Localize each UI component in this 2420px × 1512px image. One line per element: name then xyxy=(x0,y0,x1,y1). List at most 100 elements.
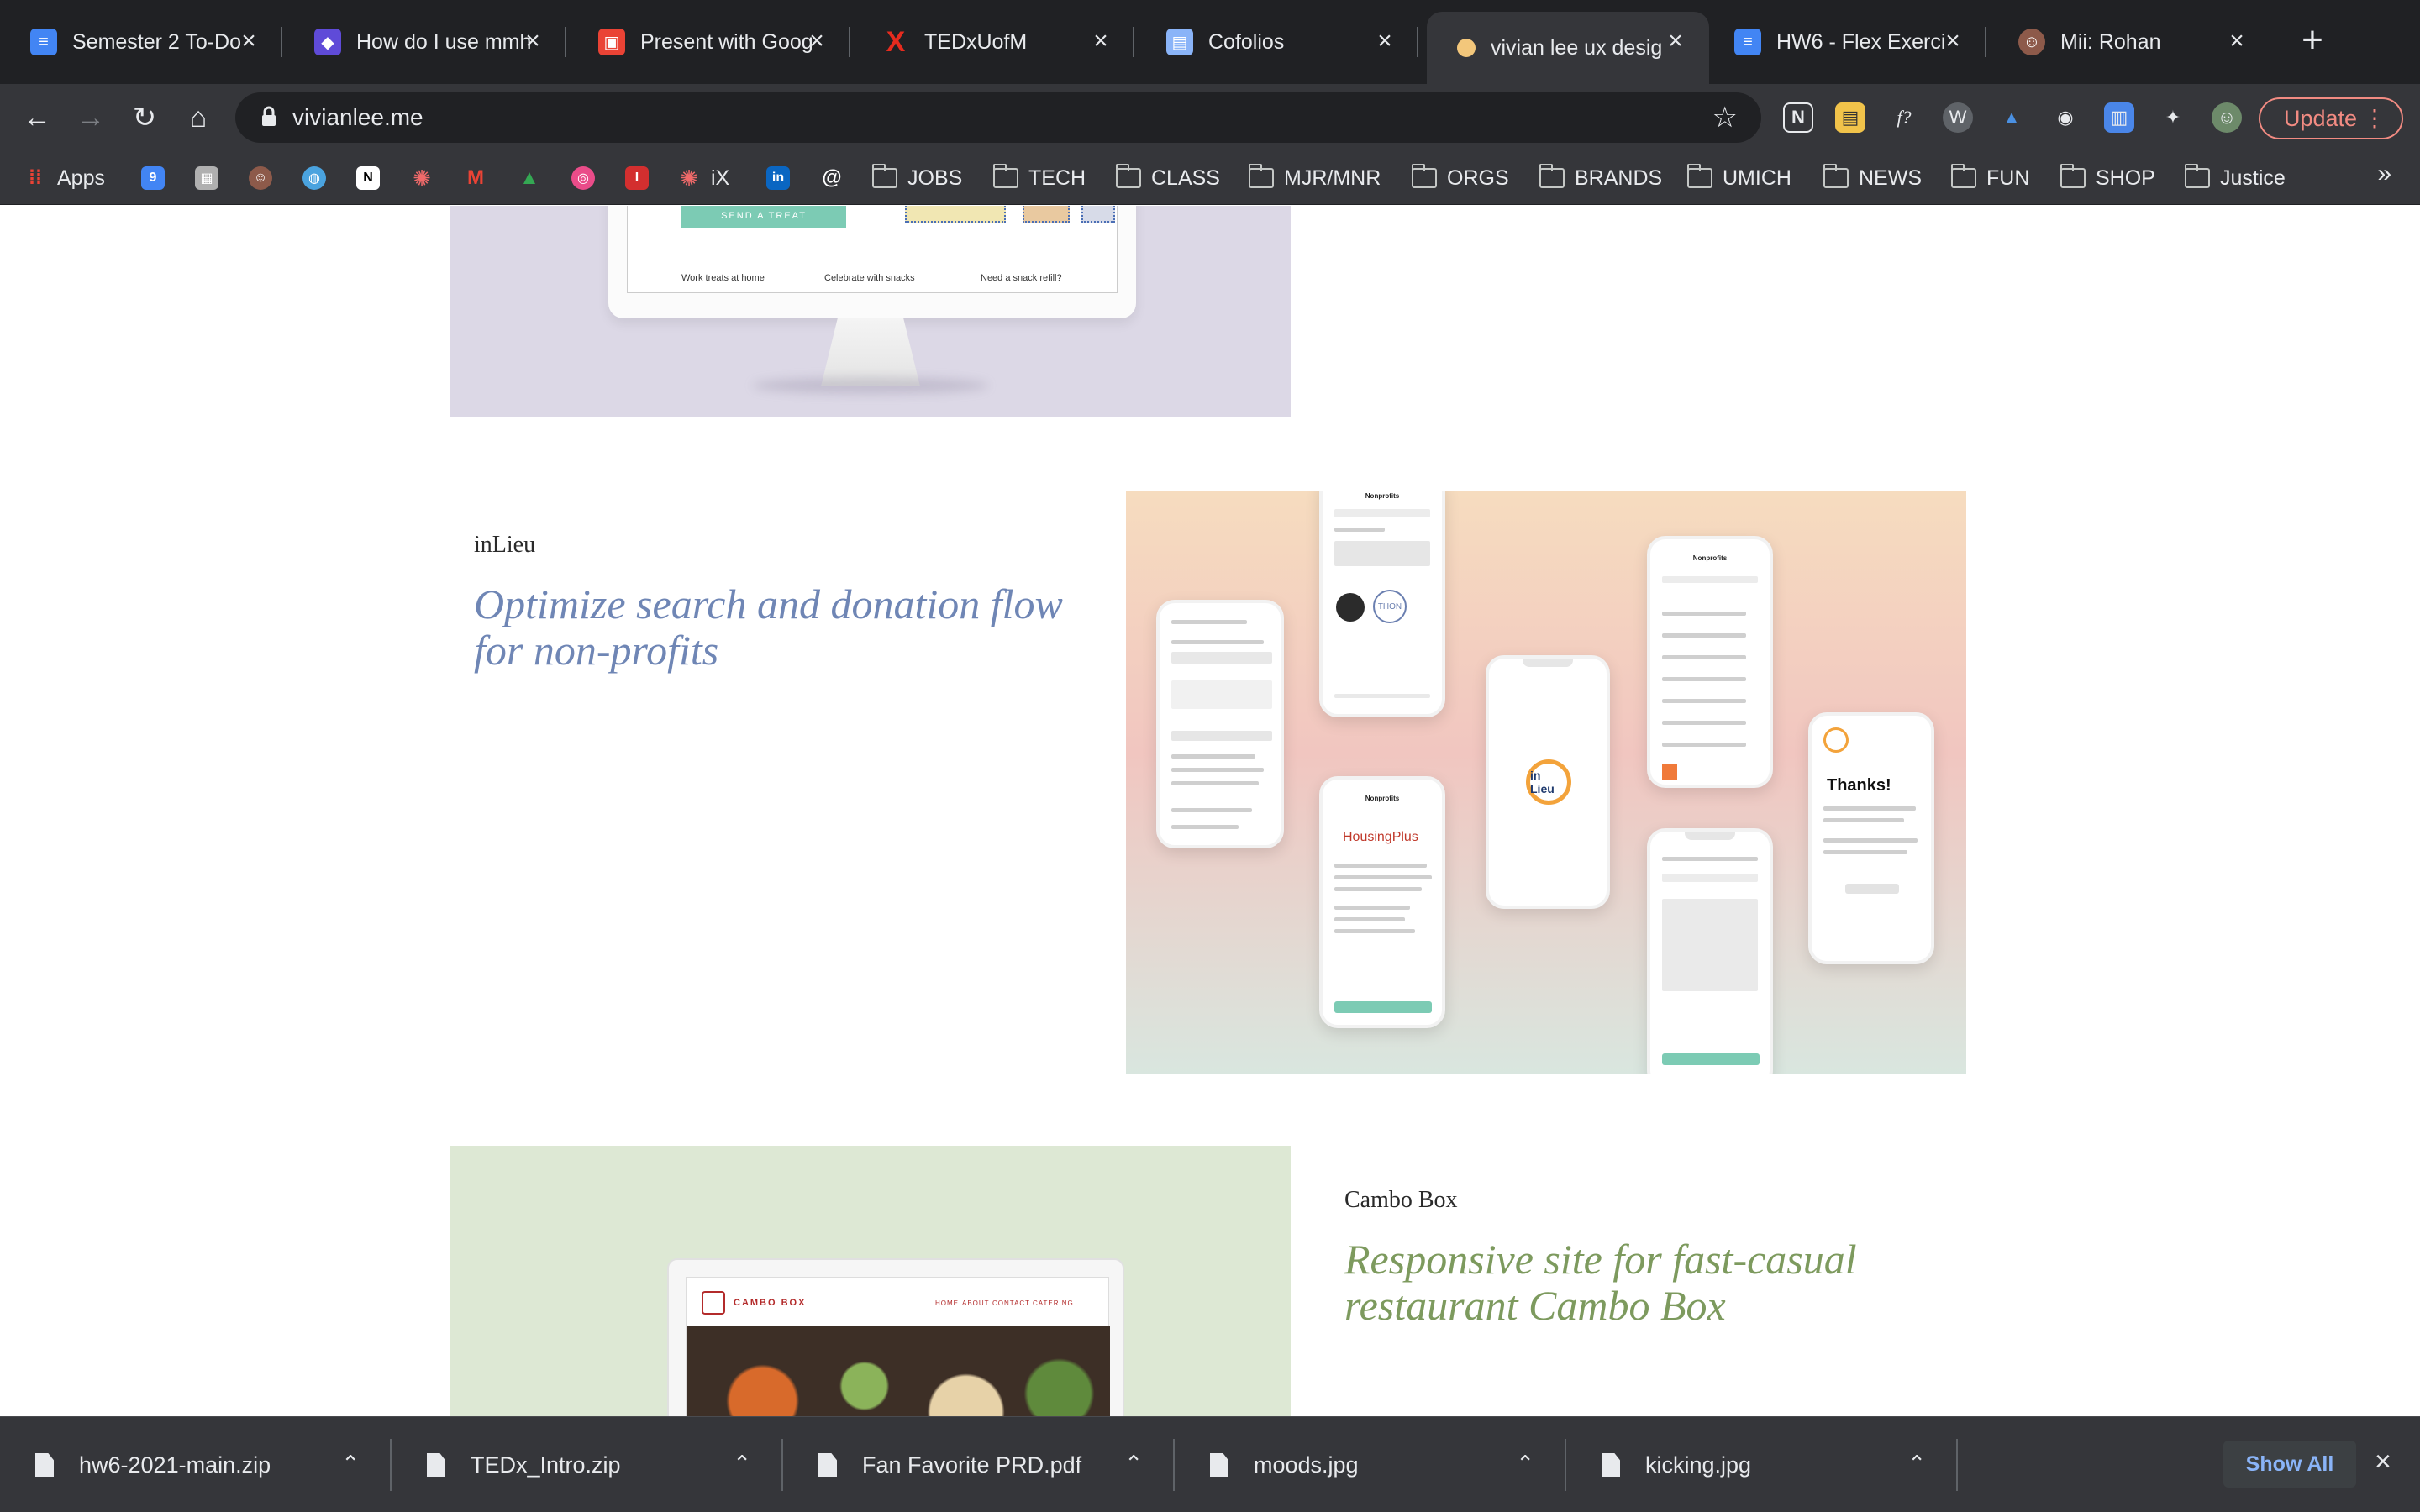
tab-vivian-lee[interactable]: vivian lee ux desig × xyxy=(1427,12,1709,84)
bookmark-at[interactable]: @ xyxy=(820,163,854,193)
bookmark-folder-news[interactable]: NEWS xyxy=(1823,163,1922,193)
w-extension-icon[interactable]: W xyxy=(1943,102,1973,133)
tab-how-do-i-use[interactable]: ◆ How do I use mmh × xyxy=(284,12,566,72)
bookmark-linkedin[interactable]: in xyxy=(766,163,800,193)
font-icon[interactable]: f? xyxy=(1889,102,1919,133)
bookmark-folder-mjr-mnr[interactable]: MJR/MNR xyxy=(1249,163,1381,193)
project-name-cambo-box[interactable]: Cambo Box xyxy=(1344,1187,1458,1214)
bookmark-folder-shop[interactable]: SHOP xyxy=(2060,163,2155,193)
triangle-extension-icon[interactable]: ▲ xyxy=(1996,102,2027,133)
bookmark-folder-tech[interactable]: TECH xyxy=(993,163,1086,193)
tab-separator xyxy=(281,27,282,57)
chevron-up-icon[interactable]: ⌃ xyxy=(341,1451,360,1477)
download-item[interactable]: hw6-2021-main.zip ⌃ xyxy=(0,1417,392,1512)
notion-icon: N xyxy=(356,166,380,190)
tab-present-with-google[interactable]: ▣ Present with Goog × xyxy=(568,12,850,72)
folder-label: ORGS xyxy=(1447,165,1509,190)
ui-line xyxy=(1823,806,1916,811)
close-icon[interactable]: × xyxy=(235,29,262,55)
project-tile-inlieu[interactable]: Nonprofits THON Nonprofits HousingPlus i… xyxy=(1126,491,1966,1074)
bookmark-star-icon[interactable]: ☆ xyxy=(1712,101,1738,134)
url-text: vivianlee.me xyxy=(292,104,424,130)
project-description-inlieu[interactable]: Optimize search and donation flow for no… xyxy=(474,581,1079,674)
bookmark-folder-fun[interactable]: FUN xyxy=(1951,163,2029,193)
bookmark-avatar[interactable]: ☺ xyxy=(249,163,282,193)
notion-icon[interactable]: N xyxy=(1783,102,1813,133)
close-icon[interactable]: × xyxy=(1939,29,1966,55)
thon-logo: THON xyxy=(1373,590,1407,623)
download-item[interactable]: kicking.jpg ⌃ xyxy=(1566,1417,1958,1512)
bookmark-gmail[interactable]: M xyxy=(464,163,497,193)
folder-icon xyxy=(1539,164,1565,188)
screen-title: Nonprofits xyxy=(1365,795,1400,802)
bookmark-folder-brands[interactable]: BRANDS xyxy=(1539,163,1662,193)
tab-semester-2[interactable]: ≡ Semester 2 To-Do × xyxy=(0,12,282,72)
bookmark-folder-justice[interactable]: Justice xyxy=(2185,163,2286,193)
ui-line xyxy=(1334,541,1430,566)
back-arrow-icon[interactable]: ← xyxy=(18,99,55,136)
bookmark-globe[interactable]: ◍ xyxy=(302,163,336,193)
download-item[interactable]: TEDx_Intro.zip ⌃ xyxy=(392,1417,783,1512)
project-name-inlieu[interactable]: inLieu xyxy=(474,532,535,559)
bookmark-dribbble[interactable]: ◎ xyxy=(571,163,605,193)
bookmarks-overflow-icon[interactable]: » xyxy=(2377,160,2391,188)
bookmark-notion[interactable]: N xyxy=(356,163,390,193)
document-extension-icon[interactable]: ▥ xyxy=(2104,102,2134,133)
cambo-nav-link: HOME xyxy=(935,1299,959,1307)
chevron-up-icon[interactable]: ⌃ xyxy=(1907,1451,1926,1477)
snack-thumbnail xyxy=(1081,206,1115,223)
bookmark-asana[interactable]: ✺ xyxy=(410,163,444,193)
bookmark-i[interactable]: I xyxy=(625,163,659,193)
puzzle-extensions-icon[interactable]: ✦ xyxy=(2158,102,2188,133)
camera-icon[interactable]: ◉ xyxy=(2050,102,2081,133)
image-file-icon xyxy=(1602,1453,1620,1477)
address-bar[interactable]: vivianlee.me ☆ xyxy=(235,92,1761,143)
donate-button xyxy=(1334,1001,1432,1013)
update-button[interactable]: Update ⋮ xyxy=(2259,97,2403,139)
page-icon: ▤ xyxy=(1166,29,1193,55)
tab-hw6[interactable]: ≡ HW6 - Flex Exerci × xyxy=(1704,12,1986,72)
chevron-up-icon[interactable]: ⌃ xyxy=(1124,1451,1143,1477)
project-description-cambo-box[interactable]: Responsive site for fast-casual restaura… xyxy=(1344,1236,1949,1329)
close-icon[interactable]: × xyxy=(1662,29,1689,55)
bookmark-apps[interactable]: ⁞⁞ Apps xyxy=(24,163,105,193)
bookmark-folder-class[interactable]: CLASS xyxy=(1116,163,1220,193)
snack-thumbnail xyxy=(1023,206,1070,223)
bookmark-ix[interactable]: ✺ iX xyxy=(677,163,729,193)
reload-icon[interactable]: ↻ xyxy=(126,99,163,136)
close-icon[interactable]: × xyxy=(1087,29,1114,55)
close-icon[interactable]: × xyxy=(1371,29,1398,55)
show-all-button[interactable]: Show All xyxy=(2223,1441,2356,1488)
download-item[interactable]: moods.jpg ⌃ xyxy=(1175,1417,1566,1512)
bookmark-calendar[interactable]: 9 xyxy=(141,163,175,193)
close-icon[interactable]: × xyxy=(803,29,830,55)
bookmark-folder-umich[interactable]: UMICH xyxy=(1687,163,1791,193)
forward-arrow-icon[interactable]: → xyxy=(72,99,109,136)
bookmark-folder-orgs[interactable]: ORGS xyxy=(1412,163,1509,193)
home-icon[interactable]: ⌂ xyxy=(180,99,217,136)
bookmark-store[interactable]: ▦ xyxy=(195,163,229,193)
close-icon[interactable]: × xyxy=(519,29,546,55)
tab-strip: ≡ Semester 2 To-Do × ◆ How do I use mmh … xyxy=(0,0,2420,84)
project-tile-top[interactable]: SEND A TREAT Work treats at home Celebra… xyxy=(450,206,1291,417)
ui-line xyxy=(1662,743,1746,747)
tab-separator xyxy=(1985,27,1986,57)
chevron-up-icon[interactable]: ⌃ xyxy=(733,1451,751,1477)
tab-tedx[interactable]: X TEDxUofM × xyxy=(852,12,1134,72)
tab-cofolios[interactable]: ▤ Cofolios × xyxy=(1136,12,1418,72)
download-item[interactable]: Fan Favorite PRD.pdf ⌃ xyxy=(783,1417,1175,1512)
tab-mii-rohan[interactable]: ☺ Mii: Rohan × xyxy=(1988,12,2270,72)
chevron-up-icon[interactable]: ⌃ xyxy=(1516,1451,1534,1477)
tab-separator xyxy=(849,27,850,57)
close-icon[interactable]: × xyxy=(2375,1446,2391,1478)
clipboard-icon[interactable]: ▤ xyxy=(1835,102,1865,133)
bookmark-folder-jobs[interactable]: JOBS xyxy=(872,163,962,193)
new-tab-button[interactable]: + xyxy=(2294,22,2331,60)
cambo-nav-link: CATERING xyxy=(1033,1299,1074,1307)
menu-dots-icon[interactable]: ⋮ xyxy=(2363,104,2386,132)
globe-icon: ◍ xyxy=(302,166,326,190)
project-tile-cambo-box[interactable]: CAMBO BOX HOME ABOUT CONTACT CATERING xyxy=(450,1146,1291,1416)
profile-avatar-icon[interactable]: ☺ xyxy=(2212,102,2242,133)
close-icon[interactable]: × xyxy=(2223,29,2250,55)
bookmark-drive[interactable]: ▲ xyxy=(518,163,551,193)
